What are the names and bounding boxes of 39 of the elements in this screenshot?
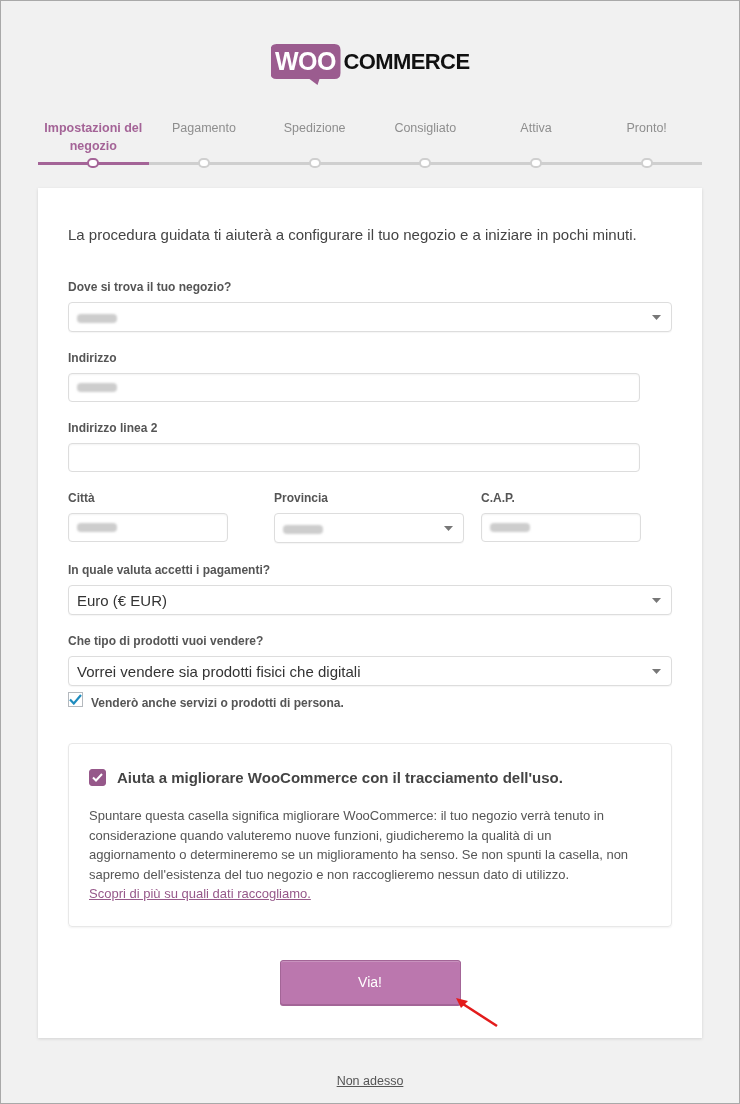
- tracking-heading: Aiuta a migliorare WooCommerce con il tracciamento dell'uso.: [117, 769, 563, 786]
- step-label: Pronto!: [625, 120, 668, 137]
- logo-wordmark: COMMERCE: [343, 48, 470, 76]
- field-label: Indirizzo linea 2: [68, 421, 159, 436]
- logo-badge: WOO: [270, 44, 341, 85]
- field-label: C.A.P.: [481, 491, 516, 506]
- text-input[interactable]: [481, 513, 641, 542]
- step-label: Attiva: [519, 120, 553, 137]
- annotation-arrow-icon: [454, 996, 499, 1027]
- checkbox[interactable]: [89, 769, 106, 786]
- skip-link[interactable]: Non adesso: [336, 1073, 404, 1088]
- checkbox[interactable]: [68, 692, 83, 707]
- field-label: Che tipo di prodotti vuoi vendere?: [68, 634, 265, 649]
- checkmark-icon: [69, 694, 82, 705]
- select-field[interactable]: [68, 302, 672, 332]
- caret-down-icon: [652, 668, 661, 674]
- learn-more-link[interactable]: Scopri di più su quali dati raccogliamo.: [89, 886, 311, 901]
- field-label: Dove si trova il tuo negozio?: [68, 280, 233, 295]
- step-label: Pagamento: [171, 120, 237, 137]
- field-label: Indirizzo: [68, 351, 118, 366]
- select-field[interactable]: [274, 513, 464, 543]
- select-field[interactable]: Vorrei vendere sia prodotti fisici che digitali: [68, 656, 672, 686]
- field-label: In quale valuta accetti i pagamenti?: [68, 563, 272, 578]
- field-label: Città: [68, 491, 96, 506]
- checkbox-label: Venderò anche servizi o prodotti di persona.: [91, 696, 344, 710]
- text-input[interactable]: [68, 443, 640, 472]
- step-label: Spedizione: [282, 120, 347, 137]
- step-label: Consigliato: [393, 120, 458, 137]
- select-field[interactable]: Euro (€ EUR): [68, 585, 672, 615]
- text-input[interactable]: [68, 513, 228, 542]
- caret-down-icon: [652, 597, 661, 603]
- text-input[interactable]: [68, 373, 640, 402]
- caret-down-icon: [444, 525, 453, 531]
- tracking-description: Spuntare questa casella significa migliorare WooCommerce: il tuo negozio verrà tenuto in considerazione quando valuteremo nuove funzioni, giudicheremo la qualità di un aggiornamento o determineremo se un miglioramento ha senso. Se non spunti la casella, non sapremo dell'esistenza del tuo negozio e non raccoglieremo nessun dato di utilizzo. Scopri di più su quali dati raccogliamo.: [89, 807, 630, 903]
- intro-text: La procedura guidata ti aiuterà a configurare il tuo negozio e a iniziare in pochi minuti.: [68, 225, 638, 245]
- caret-down-icon: [652, 314, 661, 320]
- field-label: Provincia: [274, 491, 330, 506]
- checkmark-icon: [92, 773, 103, 782]
- step-label: Impostazioni del negozio: [43, 120, 144, 155]
